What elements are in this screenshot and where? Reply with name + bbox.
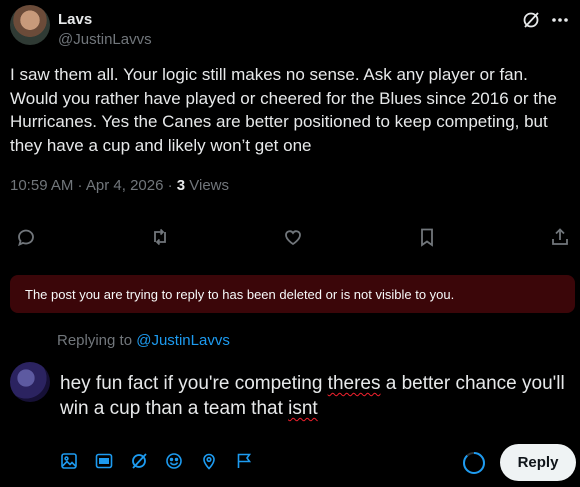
- grok-icon[interactable]: [130, 452, 148, 470]
- bookmark-icon[interactable]: [416, 226, 438, 248]
- post-top-icons: [522, 11, 570, 29]
- reply-icon[interactable]: [15, 226, 37, 248]
- author-name[interactable]: Lavs: [58, 11, 92, 28]
- reply-input[interactable]: hey fun fact if you're competing theres …: [60, 371, 570, 421]
- repost-icon[interactable]: [149, 226, 171, 248]
- post-timestamp[interactable]: 10:59 AM · Apr 4, 2026 ·: [10, 177, 177, 194]
- grok-icon[interactable]: [522, 11, 540, 29]
- misspelled-word: isnt: [288, 398, 318, 419]
- author-avatar[interactable]: [10, 5, 50, 45]
- author-handle[interactable]: @JustinLavvs: [58, 31, 152, 48]
- reply-text-part1: hey fun fact if you're competing: [60, 373, 328, 394]
- like-icon[interactable]: [282, 226, 304, 248]
- views-label: Views: [185, 177, 230, 194]
- views-count: 3: [176, 177, 186, 194]
- post-meta: 10:59 AM · Apr 4, 2026 · 3 Views: [10, 177, 229, 194]
- emoji-icon[interactable]: [165, 452, 183, 470]
- misspelled-word: theres: [327, 373, 381, 394]
- share-icon[interactable]: [549, 226, 571, 248]
- notice-text: The post you are trying to reply to has …: [25, 287, 455, 302]
- user-avatar[interactable]: [10, 362, 50, 402]
- post-header: Lavs @JustinLavvs: [10, 5, 570, 55]
- replying-mention-link[interactable]: @JustinLavvs: [136, 332, 230, 349]
- deleted-post-notice: The post you are trying to reply to has …: [10, 275, 575, 313]
- post-action-bar: [15, 226, 571, 248]
- location-icon[interactable]: [200, 452, 218, 470]
- character-count-ring: [462, 451, 486, 475]
- replying-prefix: Replying to: [57, 332, 137, 349]
- replying-to: Replying to @JustinLavvs: [57, 332, 230, 349]
- composer-toolbar: [60, 452, 253, 470]
- gif-icon[interactable]: [95, 452, 113, 470]
- post-text: I saw them all. Your logic still makes n…: [10, 65, 557, 155]
- reply-button[interactable]: Reply: [500, 444, 576, 481]
- media-icon[interactable]: [60, 452, 78, 470]
- schedule-icon[interactable]: [235, 452, 253, 470]
- more-icon[interactable]: [550, 11, 570, 29]
